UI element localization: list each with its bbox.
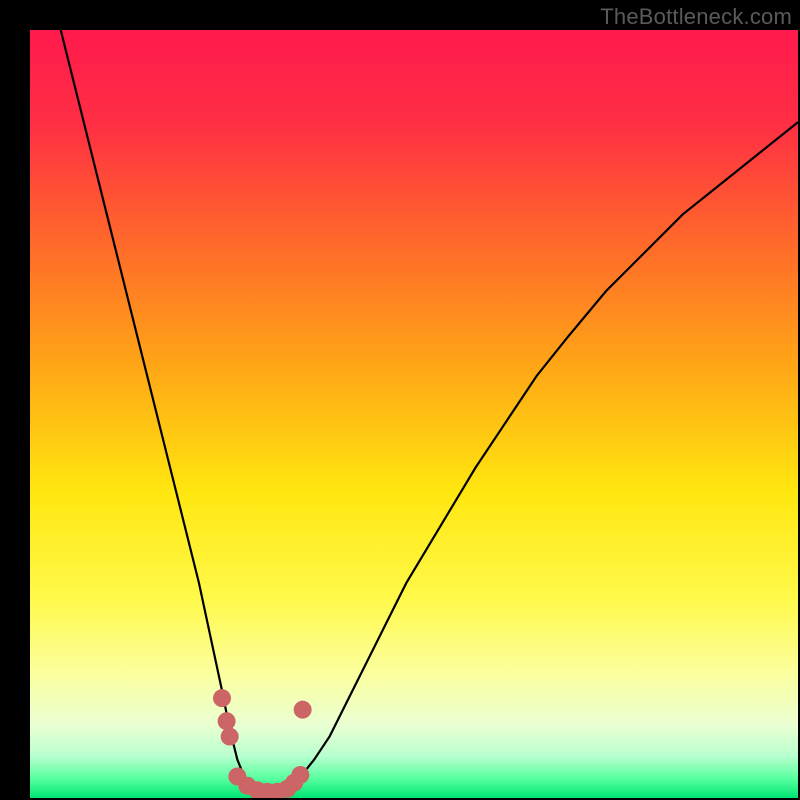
data-point	[291, 766, 309, 784]
bottleneck-chart	[0, 0, 800, 800]
data-point	[294, 701, 312, 719]
frame-left	[0, 0, 30, 800]
data-point	[213, 689, 231, 707]
plot-gradient-background	[30, 30, 798, 798]
watermark-text: TheBottleneck.com	[600, 4, 792, 30]
data-point	[221, 728, 239, 746]
data-point	[218, 712, 236, 730]
